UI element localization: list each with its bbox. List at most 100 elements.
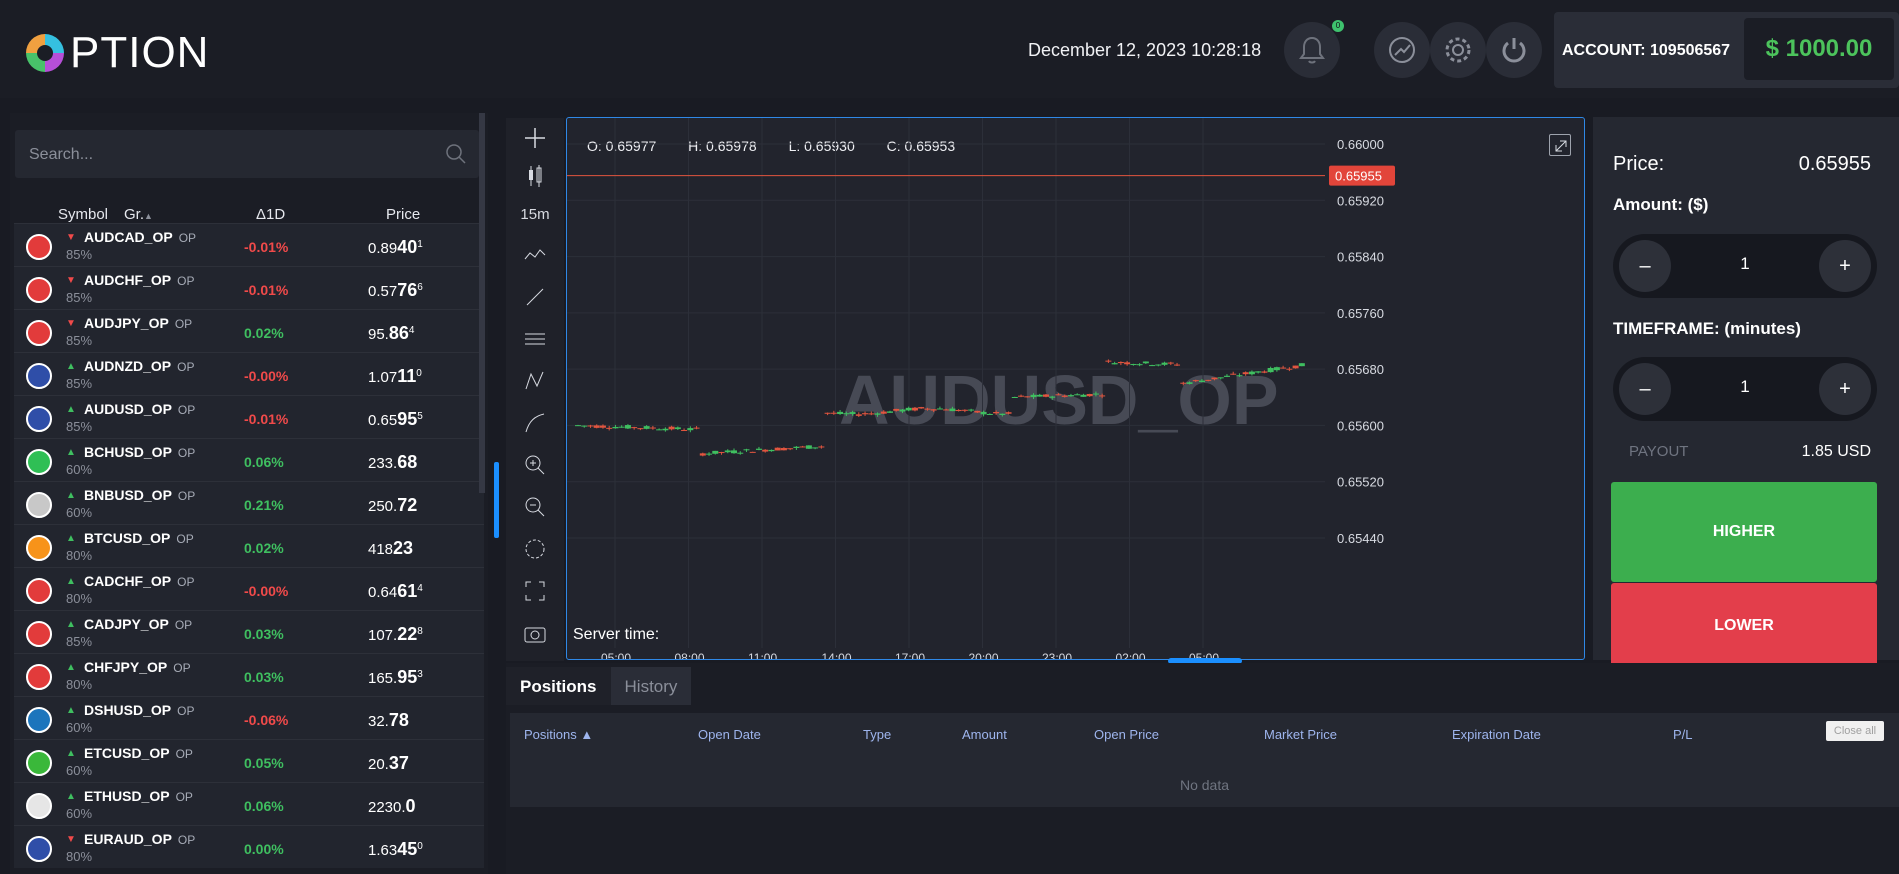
col-change[interactable]: Δ1D: [256, 206, 285, 223]
asset-payout: 60%: [66, 462, 93, 477]
asset-price-prefix: 0.65: [368, 412, 398, 429]
timeframe-increase-button[interactable]: +: [1819, 363, 1871, 415]
horizontal-lines-tool[interactable]: [520, 327, 550, 357]
asset-row[interactable]: ▲ CADJPY_OP OP 85% 0.03% 107.228: [14, 610, 484, 653]
close-all-button[interactable]: Close all: [1826, 721, 1884, 741]
higher-button[interactable]: HIGHER: [1611, 482, 1877, 582]
th-positions[interactable]: Positions ▲: [524, 727, 593, 742]
col-symbol[interactable]: Symbol: [58, 206, 108, 223]
search-input[interactable]: Search...: [15, 130, 479, 178]
asset-row[interactable]: ▼ EURAUD_OP OP 80% 0.00% 1.63450: [14, 825, 484, 868]
asset-row[interactable]: ▼ AUDCAD_OP OP 85% -0.01% 0.89401: [14, 223, 484, 266]
asset-flag-icon: [26, 492, 52, 518]
x-tick-label: 20:00: [969, 651, 999, 660]
settings-button[interactable]: [1430, 22, 1486, 78]
asset-row[interactable]: ▲ BNBUSD_OP OP 60% 0.21% 250.72: [14, 481, 484, 524]
th-market-price[interactable]: Market Price: [1264, 727, 1337, 742]
candle-body: [849, 412, 856, 414]
logout-button[interactable]: [1486, 22, 1542, 78]
asset-row[interactable]: ▲ AUDUSD_OP OP 85% -0.01% 0.65955: [14, 395, 484, 438]
asset-payout: 80%: [66, 548, 93, 563]
asset-row[interactable]: ▼ AUDCHF_OP OP 85% -0.01% 0.57766: [14, 266, 484, 309]
candle-body: [887, 411, 893, 413]
asset-row[interactable]: ▲ AUDNZD_OP OP 85% -0.00% 1.07110: [14, 352, 484, 395]
asset-price-main: 22: [397, 624, 418, 644]
indicators-tool[interactable]: [520, 243, 550, 273]
asset-row[interactable]: ▲ CADCHF_OP OP 80% -0.00% 0.64614: [14, 567, 484, 610]
th-expiration-date[interactable]: Expiration Date: [1452, 727, 1541, 742]
curve-tool[interactable]: [520, 411, 550, 441]
price-chart[interactable]: O: 0.65977 H: 0.65978 L: 0.65930 C: 0.65…: [566, 117, 1585, 660]
asset-tag: OP: [177, 833, 196, 847]
tab-history[interactable]: History: [610, 667, 692, 705]
amount-increase-button[interactable]: +: [1819, 240, 1871, 292]
expand-chart-button[interactable]: [1549, 134, 1571, 156]
asset-change: 0.00%: [244, 841, 284, 857]
asset-change: 0.05%: [244, 755, 284, 771]
chart-button[interactable]: [1374, 22, 1430, 78]
asset-row[interactable]: ▲ ETCUSD_OP OP 60% 0.05% 20.37: [14, 739, 484, 782]
trendline-tool[interactable]: [520, 285, 550, 315]
asset-price-prefix: 95.: [368, 326, 389, 343]
asset-payout: 60%: [66, 720, 93, 735]
zoom-in-tool[interactable]: [520, 453, 550, 483]
curve-icon: [525, 413, 545, 433]
candle-body: [1174, 364, 1181, 366]
x-tick-label: 05:00: [601, 651, 631, 660]
th-open-date[interactable]: Open Date: [698, 727, 761, 742]
asset-row[interactable]: ▼ AUDJPY_OP OP 85% 0.02% 95.864: [14, 309, 484, 352]
screenshot-tool[interactable]: [520, 621, 550, 651]
asset-row[interactable]: ▲ CHFJPY_OP OP 80% 0.03% 165.953: [14, 653, 484, 696]
fullscreen-tool[interactable]: [520, 579, 550, 609]
timeframe-selector[interactable]: 15m: [520, 206, 550, 236]
arrow-up-icon: ▲: [66, 447, 76, 458]
lower-button[interactable]: LOWER: [1611, 583, 1877, 669]
asset-table-header: Symbol Gr.▲ Δ1D Price: [10, 188, 488, 226]
col-group[interactable]: Gr.▲: [124, 206, 153, 223]
th-open-price[interactable]: Open Price: [1094, 727, 1159, 742]
logo[interactable]: PTION: [26, 28, 209, 78]
sidebar-scrollbar[interactable]: [479, 113, 485, 493]
asset-row[interactable]: ▲ ETHUSD_OP OP 60% 0.06% 2230.0: [14, 782, 484, 825]
candle-body: [1180, 382, 1187, 384]
candle-body: [824, 412, 831, 414]
candle-body: [1030, 394, 1037, 398]
zoom-out-tool[interactable]: [520, 495, 550, 525]
asset-price-prefix: 2230.: [368, 799, 406, 816]
pattern-tool[interactable]: [520, 369, 550, 399]
th-pl[interactable]: P/L: [1673, 727, 1693, 742]
asset-row[interactable]: ▲ BTCUSD_OP OP 80% 0.02% 41823: [14, 524, 484, 567]
th-type[interactable]: Type: [863, 727, 891, 742]
asset-price-main: 45: [397, 839, 418, 859]
asset-flag-icon: [26, 621, 52, 647]
candle-body: [830, 412, 837, 414]
fullscreen-icon: [525, 581, 545, 601]
candle-body: [1130, 364, 1137, 366]
col-price[interactable]: Price: [386, 206, 420, 223]
candle-body: [862, 413, 869, 415]
asset-symbol-label: ETCUSD_OP: [84, 745, 170, 761]
reset-tool[interactable]: [520, 537, 550, 567]
candle-body: [737, 452, 744, 454]
asset-sidebar: Search... Symbol Gr.▲ Δ1D Price ▼ AUDCAD…: [10, 113, 488, 874]
notifications-button[interactable]: [1284, 22, 1340, 78]
asset-row[interactable]: ▲ DSHUSD_OP OP 60% -0.06% 32.78: [14, 696, 484, 739]
arrow-up-icon: ▲: [66, 662, 76, 673]
pattern-icon: [525, 371, 544, 390]
logo-icon: [26, 34, 64, 72]
account-balance[interactable]: $ 1000.00: [1744, 18, 1894, 80]
candle-body: [718, 452, 725, 454]
th-amount[interactable]: Amount: [962, 727, 1007, 742]
price-label: Price:: [1613, 153, 1665, 175]
candle-body: [980, 411, 987, 415]
asset-symbol: AUDCAD_OP OP: [84, 229, 196, 245]
candle-body: [955, 409, 962, 412]
asset-price-sup: 4: [417, 583, 423, 594]
panel-resize-handle[interactable]: [494, 462, 499, 538]
asset-symbol-label: AUDNZD_OP: [84, 358, 172, 374]
asset-row[interactable]: ▲ BCHUSD_OP OP 60% 0.06% 233.68: [14, 438, 484, 481]
candle-body: [618, 426, 625, 428]
tab-positions[interactable]: Positions: [506, 667, 611, 705]
candles-tool[interactable]: [520, 164, 550, 194]
crosshair-tool[interactable]: [520, 126, 550, 156]
